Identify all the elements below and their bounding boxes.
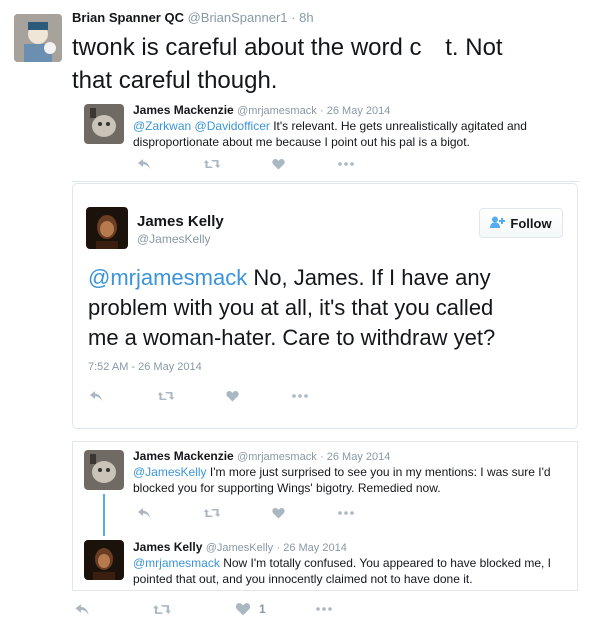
tweet-age[interactable]: 8h	[299, 10, 313, 25]
follow-label: Follow	[510, 215, 552, 231]
outer-tweet-text: twonk is careful about the word c▮▮▮t. N…	[72, 32, 582, 96]
tweet-text-line2: that careful though.	[72, 67, 278, 94]
quoted1-reply-icon[interactable]	[136, 157, 152, 171]
tweet-text-line1b: t. Not	[445, 34, 503, 61]
outer-like-count: 1	[259, 602, 266, 616]
quoted1-name[interactable]: James Mackenzie	[133, 103, 234, 117]
quoted1-date[interactable]: · 26 May 2014	[320, 105, 390, 117]
reply1-text-line2: blocked you for supporting Wings' bigotr…	[133, 481, 441, 495]
quoted1-mention-davidofficer[interactable]: @Davidofficer	[195, 119, 270, 133]
reply1-header: James Mackenzie @mrjamesmack · 26 May 20…	[133, 449, 390, 463]
reply1-text: @JamesKelly I'm more just surprised to s…	[133, 464, 573, 496]
follow-person-icon	[490, 216, 506, 231]
james-mackenzie-avatar[interactable]	[84, 104, 124, 144]
follow-button[interactable]: Follow	[479, 208, 563, 238]
reply1-more-icon[interactable]	[337, 506, 355, 520]
main-tweet-text: @mrjamesmack No, James. If I have any pr…	[88, 263, 568, 353]
outer-reply-icon[interactable]	[73, 601, 91, 617]
reply1-reply-icon[interactable]	[136, 506, 152, 520]
quoted1-mention-zarkwan[interactable]: @Zarkwan	[133, 119, 191, 133]
main-text-line1: No, James. If I have any	[247, 265, 491, 290]
reply2-header: James Kelly @JamesKelly · 26 May 2014	[133, 540, 347, 554]
main-more-icon[interactable]	[291, 389, 309, 403]
tweet-text-line1: twonk is careful about the word c	[72, 34, 422, 61]
quoted1-retweet-icon[interactable]	[203, 157, 221, 171]
tweet-card: Brian Spanner QC @BrianSpanner1 · 8h two…	[0, 0, 594, 635]
reply1-name[interactable]: James Mackenzie	[133, 449, 234, 463]
reply1-mention[interactable]: @JamesKelly	[133, 465, 207, 479]
main-name[interactable]: James Kelly	[137, 213, 224, 230]
main-handle[interactable]: @JamesKelly	[137, 232, 224, 246]
reply2-avatar[interactable]	[84, 540, 124, 580]
reply2-mention[interactable]: @mrjamesmack	[133, 556, 220, 570]
redaction-mark: ▮▮▮	[421, 39, 447, 59]
quoted1-text-line2: disproportionate about me because I poin…	[133, 135, 470, 149]
main-author: James Kelly @JamesKelly	[137, 213, 224, 246]
reply2-text-line2: pointed that out, and you innocently cla…	[133, 572, 473, 586]
outer-more-icon[interactable]	[313, 601, 335, 617]
outer-like-icon[interactable]	[234, 601, 252, 617]
main-retweet-icon[interactable]	[157, 389, 175, 403]
quoted1-handle[interactable]: @mrjamesmack	[237, 105, 317, 117]
reply2-text: @mrjamesmack Now I'm totally confused. Y…	[133, 555, 573, 587]
reply1-avatar[interactable]	[84, 450, 124, 490]
separator-dot: ·	[291, 10, 296, 25]
quoted1-like-icon[interactable]	[271, 157, 285, 171]
reply2-text-line1: Now I'm totally confused. You appeared t…	[219, 556, 552, 570]
reply1-handle[interactable]: @mrjamesmack	[237, 451, 317, 463]
author-handle[interactable]: @BrianSpanner1	[188, 10, 288, 25]
james-kelly-avatar[interactable]	[86, 207, 128, 249]
quoted1-header: James Mackenzie @mrjamesmack · 26 May 20…	[133, 103, 390, 117]
quoted1-text-line1: It's relevant. He gets unrealistically a…	[269, 119, 527, 133]
main-reply-icon[interactable]	[88, 389, 104, 403]
author-name[interactable]: Brian Spanner QC	[72, 10, 184, 25]
outer-retweet-icon[interactable]	[152, 601, 172, 617]
reply2-name[interactable]: James Kelly	[133, 540, 202, 554]
main-text-line3: me a woman-hater. Care to withdraw yet?	[88, 325, 496, 350]
thread-connector-line	[103, 494, 105, 536]
reply2-date[interactable]: · 26 May 2014	[277, 542, 347, 554]
brian-spanner-avatar[interactable]	[14, 14, 62, 62]
main-mention[interactable]: @mrjamesmack	[88, 265, 247, 290]
main-text-line2: problem with you at all, it's that you c…	[88, 295, 494, 320]
main-timestamp[interactable]: 7:52 AM - 26 May 2014	[88, 361, 202, 373]
outer-tweet-header: Brian Spanner QC @BrianSpanner1 · 8h	[72, 10, 314, 25]
reply1-text-line1: I'm more just surprised to see you in my…	[206, 465, 551, 479]
reply1-date[interactable]: · 26 May 2014	[320, 451, 390, 463]
main-like-icon[interactable]	[225, 389, 239, 403]
quoted1-more-icon[interactable]	[337, 157, 355, 171]
quoted1-text: @Zarkwan @Davidofficer It's relevant. He…	[133, 118, 573, 150]
reply1-like-icon[interactable]	[271, 506, 285, 520]
reply2-handle[interactable]: @JamesKelly	[206, 542, 273, 554]
reply1-retweet-icon[interactable]	[203, 506, 221, 520]
